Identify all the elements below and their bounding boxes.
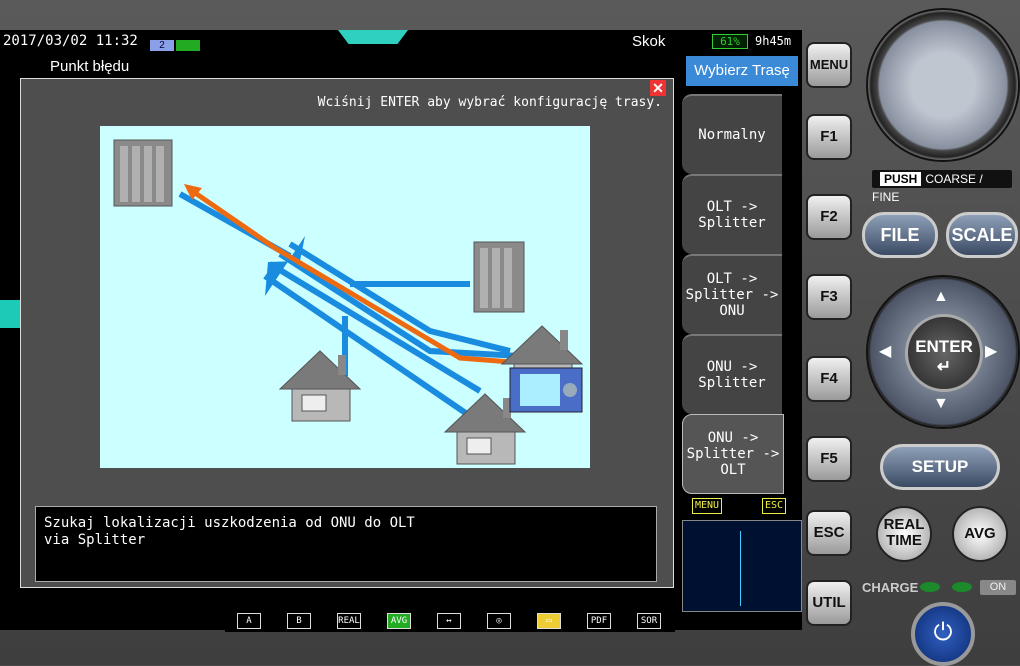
- avg-icon[interactable]: AVG: [387, 613, 411, 629]
- arrow-right-icon[interactable]: ▶: [985, 341, 997, 361]
- mode-label: Skok: [632, 33, 666, 50]
- folder-icon[interactable]: ▭: [537, 613, 561, 629]
- on-label: ON: [980, 580, 1016, 595]
- menu-item-onu-splitter-olt[interactable]: ONU -> Splitter -> OLT: [682, 414, 784, 494]
- datetime: 2017/03/02 11:32: [3, 33, 138, 49]
- f2-button[interactable]: F2: [806, 194, 852, 240]
- bottom-icon-bar: A B REAL AVG ↔ ◎ ▭ PDF SOR: [225, 610, 675, 632]
- menu-item-olt-splitter-onu[interactable]: OLT -> Splitter -> ONU: [682, 254, 782, 334]
- marker-b-icon[interactable]: B: [287, 613, 311, 629]
- top-tab-handle[interactable]: [338, 30, 408, 44]
- rotary-knob[interactable]: [866, 8, 1020, 162]
- menu-button[interactable]: MENU: [806, 42, 852, 88]
- trace-overview: [682, 520, 802, 612]
- menu-item-onu-splitter[interactable]: ONU -> Splitter: [682, 334, 782, 414]
- menu-item-olt-splitter[interactable]: OLT -> Splitter: [682, 174, 782, 254]
- scale-button[interactable]: SCALE: [946, 212, 1018, 258]
- network-diagram: [100, 126, 590, 468]
- f4-button[interactable]: F4: [806, 356, 852, 402]
- trace-cursor: [740, 531, 741, 606]
- push-coarse-fine-label: PUSH COARSE / FINE: [872, 170, 1012, 204]
- f3-button[interactable]: F3: [806, 274, 852, 320]
- arrow-up-icon[interactable]: ▲: [933, 288, 949, 306]
- pdf-icon[interactable]: PDF: [587, 613, 611, 629]
- esc-button[interactable]: ESC: [806, 510, 852, 556]
- arrow-down-icon[interactable]: ▼: [933, 395, 949, 413]
- screen-title: Punkt błędu: [50, 58, 130, 75]
- charge-led: [920, 582, 940, 592]
- runtime: 9h45m: [755, 34, 792, 48]
- arrow-left-icon[interactable]: ◀: [879, 341, 891, 361]
- real-icon[interactable]: REAL: [337, 613, 361, 629]
- screen-title-bar: Punkt błędu: [0, 52, 680, 76]
- real-time-label: REAL TIME: [883, 516, 925, 549]
- file-button[interactable]: FILE: [862, 212, 938, 258]
- enter-return-icon: ↵: [936, 357, 952, 376]
- trace-tab-2[interactable]: 2: [150, 40, 174, 51]
- diagram-svg: [113, 139, 584, 465]
- menu-item-normal[interactable]: Normalny: [682, 94, 782, 174]
- real-time-button[interactable]: REAL TIME: [876, 506, 932, 562]
- mini-menu-label: MENU: [692, 498, 723, 514]
- message-box: Szukaj lokalizacji uszkodzenia od ONU do…: [35, 506, 657, 582]
- f1-button[interactable]: F1: [806, 114, 852, 160]
- f5-button[interactable]: F5: [806, 436, 852, 482]
- camera-icon[interactable]: ◎: [487, 613, 511, 629]
- close-icon[interactable]: ✕: [650, 80, 666, 96]
- route-select-header: Wybierz Trasę: [686, 56, 798, 86]
- message-line-1: Szukaj lokalizacji uszkodzenia od ONU do…: [44, 515, 415, 531]
- enter-button[interactable]: ENTER ↵: [905, 314, 983, 392]
- power-led: [952, 582, 972, 592]
- rack-icon: [473, 241, 525, 313]
- util-button[interactable]: UTIL: [806, 580, 852, 626]
- zoom-icon[interactable]: ↔: [437, 613, 461, 629]
- enter-label: ENTER: [915, 337, 973, 356]
- push-label: PUSH: [880, 172, 922, 186]
- message-line-2: via Splitter: [44, 532, 146, 548]
- sor-icon[interactable]: SOR: [637, 613, 661, 629]
- battery-indicator: 61%: [712, 34, 748, 49]
- marker-a-icon[interactable]: A: [237, 613, 261, 629]
- charge-label: CHARGE: [862, 580, 919, 595]
- olt-rack-icon: [113, 139, 173, 207]
- left-marker: [0, 300, 20, 328]
- setup-button[interactable]: SETUP: [880, 444, 1000, 490]
- mini-esc-label: ESC: [762, 498, 787, 514]
- hint-text: Wciśnij ENTER aby wybrać konfigurację tr…: [317, 95, 662, 110]
- avg-button[interactable]: AVG: [952, 506, 1008, 562]
- otdr-device-icon: [509, 367, 583, 413]
- mini-key-bar: MENU ESC: [690, 498, 800, 516]
- power-icon[interactable]: ⏻: [911, 602, 975, 666]
- trace-tab-1[interactable]: [176, 40, 200, 51]
